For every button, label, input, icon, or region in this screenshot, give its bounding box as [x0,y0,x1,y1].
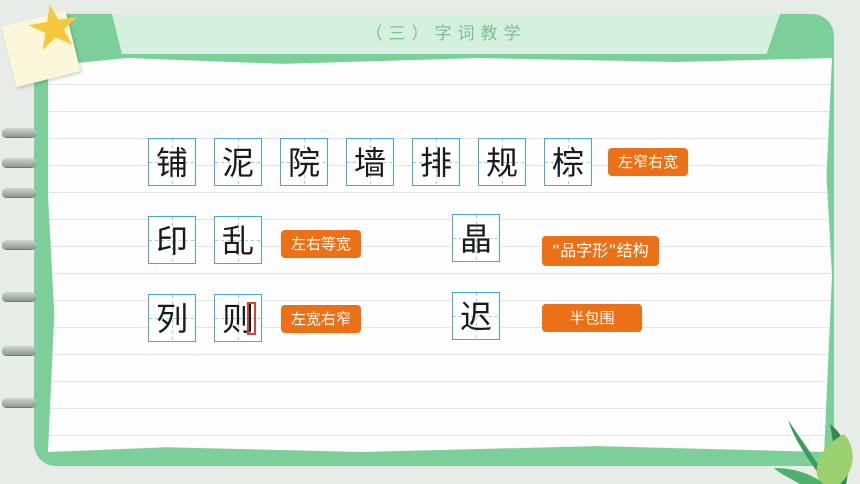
char-box: 墙 [346,138,394,186]
binding-ring [2,292,36,301]
char-box: 迟 [452,292,500,340]
character: 晶 [459,220,492,258]
structure-label: 左窄右宽 [608,148,689,176]
structure-label: 左右等宽 [281,230,362,258]
character: 印 [155,222,188,260]
slide: （三）字词教学 铺 泥 院 墙 排 规 棕 左窄右宽 印 乱 左右等宽 晶 “品… [0,0,860,484]
char-box: 晶 [452,214,500,262]
character: 棕 [551,144,584,182]
page-title: （三）字词教学 [365,24,527,44]
char-box: 院 [280,138,328,186]
leaf-icon [774,420,853,484]
char-box: 印 [148,216,196,264]
binding-ring [2,188,36,197]
char-box: 棕 [544,138,592,186]
char-box: 乱 [214,216,262,264]
highlight-mark [247,302,256,335]
structure-label: 左宽右窄 [281,305,362,333]
character: 乱 [221,222,254,260]
structure-label: “品字形”结构 [542,236,659,266]
char-box: 泥 [214,138,262,186]
char-box: 规 [478,138,526,186]
binding-ring [2,158,36,167]
character: 迟 [459,298,492,336]
char-box: 则 [214,294,262,342]
binding-ring [2,346,36,355]
character: 墙 [353,144,386,182]
structure-label: 半包围 [542,304,642,332]
character: 铺 [155,144,188,182]
character: 院 [287,144,320,182]
character: 规 [485,144,518,182]
char-box: 列 [148,294,196,342]
binding-ring [2,240,36,249]
char-box: 铺 [148,138,196,186]
character: 泥 [221,144,254,182]
char-box: 排 [412,138,460,186]
binding-ring [2,398,36,407]
character: 列 [155,300,188,338]
character: 排 [419,144,452,182]
binding-ring [2,128,36,137]
